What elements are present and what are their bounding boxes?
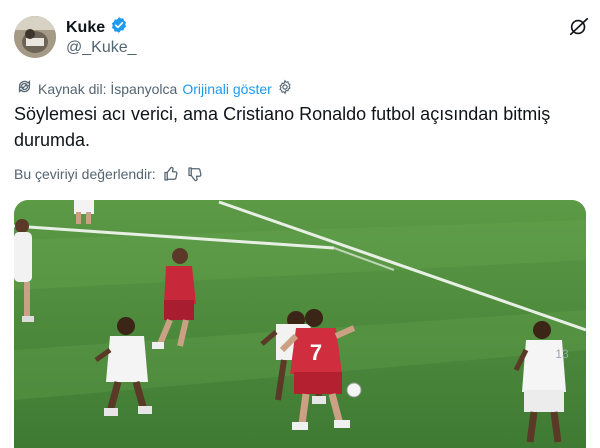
jersey-number-7: 7 <box>310 340 322 365</box>
verified-badge-icon <box>110 16 128 39</box>
translation-info-row: Kaynak dil: İspanyolca Orijinali göster <box>16 78 293 99</box>
rate-translation-label: Bu çeviriyi değerlendir: <box>14 166 156 182</box>
tweet-text: Söylemesi acı verici, ama Cristiano Rona… <box>14 104 551 150</box>
show-original-link[interactable]: Orijinali göster <box>182 80 271 98</box>
gear-icon[interactable] <box>277 78 293 99</box>
tweet-media-image[interactable]: 7 13 <box>14 200 586 448</box>
author-display-name[interactable]: Kuke <box>66 18 105 38</box>
ball <box>346 382 362 398</box>
translate-icon <box>16 78 33 99</box>
author-handle[interactable]: @_Kuke_ <box>66 38 137 58</box>
jersey-number-13: 13 <box>555 347 569 361</box>
avatar[interactable] <box>14 16 56 58</box>
author-name-row[interactable]: Kuke <box>66 16 128 39</box>
grok-icon[interactable] <box>568 16 590 38</box>
translation-source-label: Kaynak dil: İspanyolca <box>38 80 178 97</box>
thumbs-down-icon[interactable] <box>186 165 204 183</box>
rate-translation-row: Bu çeviriyi değerlendir: <box>14 165 204 183</box>
thumbs-up-icon[interactable] <box>162 165 180 183</box>
